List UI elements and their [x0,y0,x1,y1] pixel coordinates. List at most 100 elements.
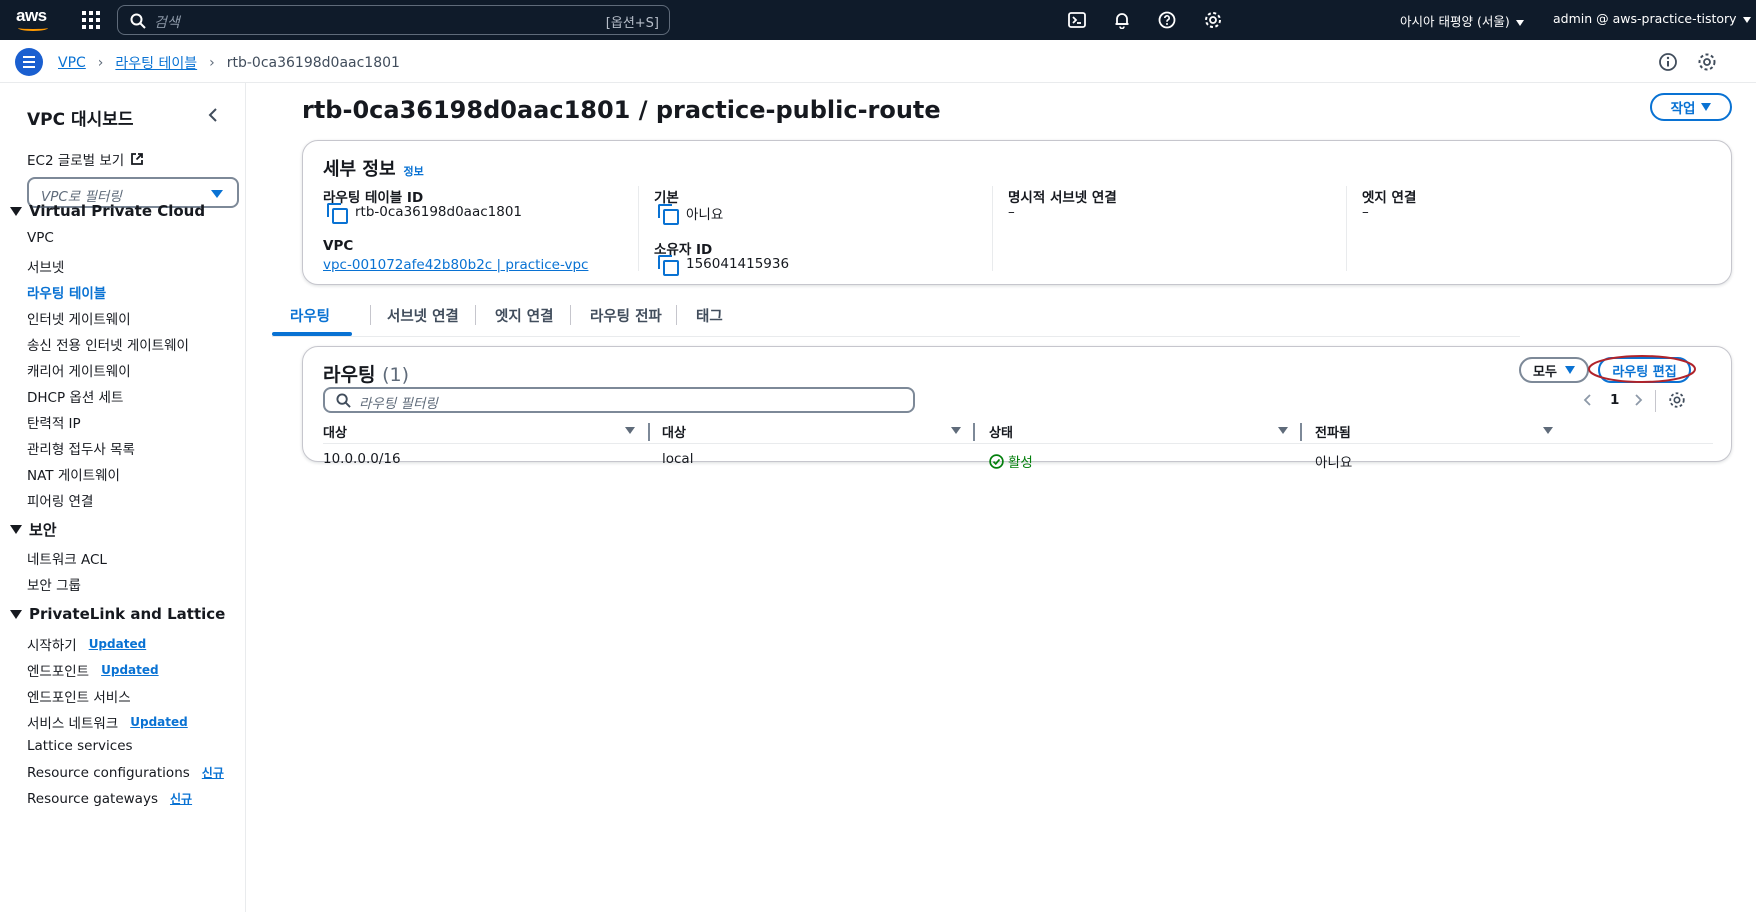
chevron-left-icon[interactable] [207,107,219,123]
sidebar-item-elastic-ips[interactable]: 탄력적 IP [27,412,81,432]
tab-tags[interactable]: 태그 [696,305,723,326]
preferences-gear-icon[interactable] [1668,391,1686,409]
sidebar-item-carrier-gateways[interactable]: 캐리어 게이트웨이 [27,360,131,380]
sort-icon[interactable] [1543,427,1553,434]
chevron-right-icon: › [209,55,215,71]
route-table-id-value: rtb-0ca36198d0aac1801 [327,203,522,224]
region-selector[interactable]: 아시아 태평양 (서울) [1400,11,1524,30]
routes-heading: 라우팅 (1) [323,360,409,387]
sidebar-item-vpc[interactable]: VPC [27,230,54,246]
breadcrumb-route-tables[interactable]: 라우팅 테이블 [115,53,197,73]
copy-icon[interactable] [658,255,679,276]
tab-subnet-associations[interactable]: 서브넷 연결 [387,305,459,326]
route-table-id-text: rtb-0ca36198d0aac1801 [355,204,522,220]
sidebar-item-peering-connections[interactable]: 피어링 연결 [27,490,93,510]
help-icon[interactable] [1156,9,1178,31]
sidebar-item-dhcp-option-sets[interactable]: DHCP 옵션 세트 [27,386,123,406]
aws-smile-icon [18,25,48,31]
sidebar-item-internet-gateways[interactable]: 인터넷 게이트웨이 [27,308,131,328]
explicit-subnet-label: 명시적 서브넷 연결 [1008,190,1117,206]
sidebar-item-route-tables[interactable]: 라우팅 테이블 [27,282,106,302]
sort-icon[interactable] [1278,427,1288,434]
highlight-circle-annotation [1588,355,1696,383]
new-badge: 신규 [201,766,224,780]
divider [638,186,639,271]
section-privatelink-lattice[interactable]: PrivateLink and Lattice [10,605,225,623]
copy-icon[interactable] [658,204,679,225]
tab-routes[interactable]: 라우팅 [290,305,330,326]
sidebar-item-lattice-services[interactable]: Lattice services [27,738,133,754]
routes-filter-input[interactable]: 라우팅 필터링 [323,387,915,413]
column-header-target[interactable]: 대상 [662,422,686,441]
sidebar-item-subnets[interactable]: 서브넷 [27,256,64,276]
details-panel: 세부 정보 정보 라우팅 테이블 ID rtb-0ca36198d0aac1801… [302,140,1732,285]
sidebar-item-endpoint-services[interactable]: 엔드포인트 서비스 [27,686,131,706]
sidebar-item-label: Resource configurations [27,764,190,781]
column-header-propagated[interactable]: 전파됨 [1315,422,1351,441]
sidebar-item-resource-configurations[interactable]: Resource configurations 신규 [27,764,224,781]
search-input[interactable]: 검색 [옵션+S] [117,5,670,35]
caret-down-icon [1564,366,1575,374]
account-menu[interactable]: admin @ aws-practice-tistory [1553,11,1751,26]
main-value: 아니요 [658,203,723,225]
bell-icon[interactable] [1111,9,1133,31]
success-check-icon [989,453,1004,469]
sidebar-item-endpoints[interactable]: 엔드포인트 Updated [27,660,159,680]
info-icon[interactable] [1658,52,1678,72]
owner-id-text: 156041415936 [686,256,790,272]
sidebar-item-network-acls[interactable]: 네트워크 ACL [27,548,107,568]
sort-icon[interactable] [625,427,635,434]
sidebar-item-egress-only-gateways[interactable]: 송신 전용 인터넷 게이트웨이 [27,334,189,354]
caret-down-icon [1742,16,1751,23]
cloudshell-icon[interactable] [1066,9,1088,31]
tab-edge-associations[interactable]: 엣지 연결 [495,305,553,326]
aws-logo-text: aws [16,6,47,25]
sidebar-item-service-networks[interactable]: 서비스 네트워크 Updated [27,712,188,732]
info-link[interactable]: 정보 [404,165,424,178]
current-page-number[interactable]: 1 [1610,392,1619,408]
sidebar-item-label: 엔드포인트 [27,664,90,680]
sidebar-item-getting-started[interactable]: 시작하기 Updated [27,634,146,654]
hamburger-menu-icon[interactable] [15,48,43,76]
updated-badge: Updated [88,637,147,651]
tab-route-propagation[interactable]: 라우팅 전파 [590,305,662,326]
sidebar-item-resource-gateways[interactable]: Resource gateways 신규 [27,790,192,807]
column-resizer[interactable] [1300,423,1302,441]
gear-icon[interactable] [1202,9,1224,31]
chevron-right-icon[interactable] [1633,393,1643,407]
account-label: admin @ aws-practice-tistory [1553,11,1737,26]
chevron-left-icon[interactable] [1583,393,1593,407]
grid-icon[interactable] [82,11,100,29]
section-security[interactable]: 보안 [10,519,57,540]
aws-logo[interactable]: aws [16,6,52,34]
sidebar-item-label: Lattice services [27,738,133,754]
actions-label: 작업 [1670,101,1696,117]
sidebar-item-security-groups[interactable]: 보안 그룹 [27,574,81,594]
column-header-destination[interactable]: 대상 [323,422,347,441]
tab-divider [676,305,677,325]
section-virtual-private-cloud[interactable]: Virtual Private Cloud [10,202,205,220]
vpc-label: VPC [323,238,354,254]
copy-icon[interactable] [327,203,348,224]
sidebar-item-managed-prefix-lists[interactable]: 관리형 접두사 목록 [27,438,135,458]
cell-target: local [662,451,694,467]
column-resizer[interactable] [973,423,975,441]
view-select-dropdown[interactable]: 모두 [1519,357,1589,383]
sidebar-item-nat-gateways[interactable]: NAT 게이트웨이 [27,464,120,484]
edge-association-value: – [1362,204,1369,220]
table-header-divider [323,443,1713,444]
column-resizer[interactable] [648,423,650,441]
caret-down-icon [10,525,22,534]
column-header-status[interactable]: 상태 [989,422,1013,441]
vpc-link[interactable]: vpc-001072afe42b80b2c | practice-vpc [323,257,588,273]
actions-button[interactable]: 작업 [1650,93,1732,121]
sort-icon[interactable] [951,427,961,434]
tab-divider [370,305,371,325]
chevron-right-icon: › [97,55,104,71]
settings-icon[interactable] [1697,52,1717,72]
routes-filter-placeholder: 라우팅 필터링 [359,396,438,412]
ec2-global-view-link[interactable]: EC2 글로벌 보기 [27,149,144,169]
sidebar-title[interactable]: VPC 대시보드 [27,105,134,130]
sidebar-item-label: 시작하기 [27,638,77,654]
breadcrumb-vpc[interactable]: VPC [58,55,86,71]
